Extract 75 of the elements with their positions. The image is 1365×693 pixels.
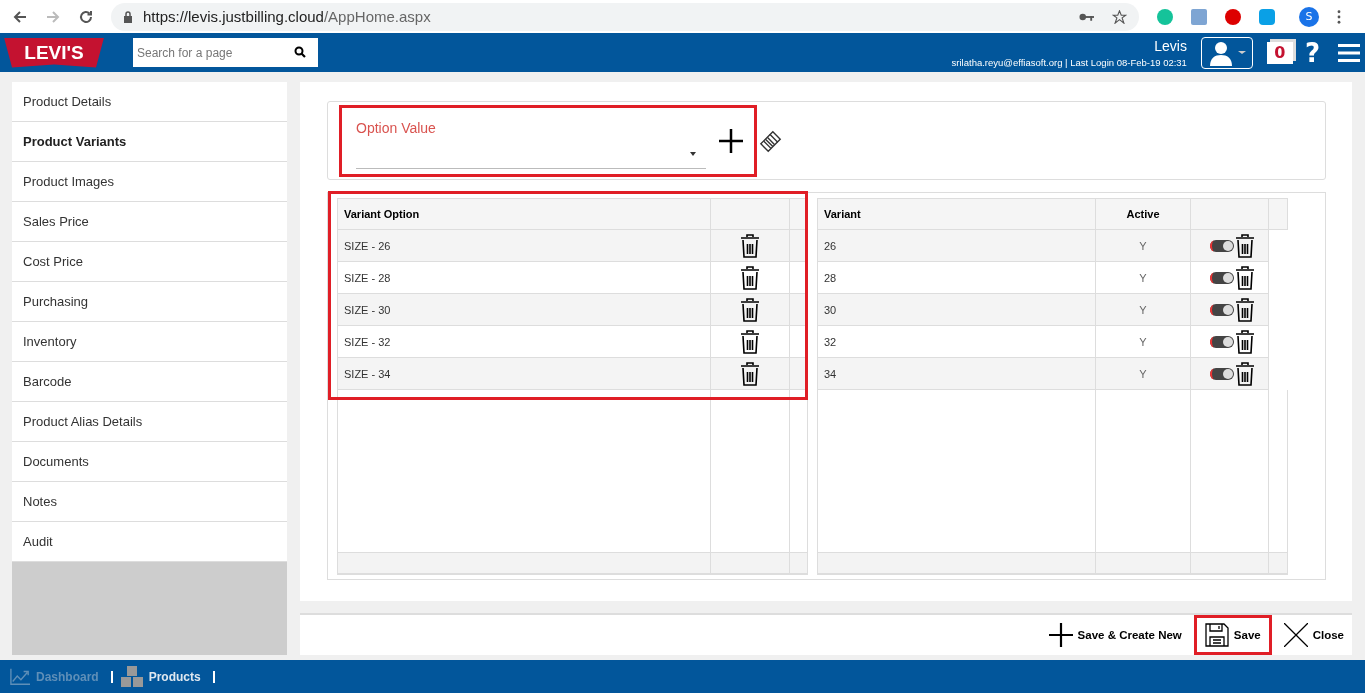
delete-icon[interactable] (740, 329, 760, 354)
sidebar-item[interactable]: Product Images (12, 162, 287, 202)
table-cell: Y (1096, 230, 1191, 262)
column-header: Active (1096, 198, 1191, 230)
table-cell: 26 (817, 230, 1096, 262)
delete-icon[interactable] (1235, 329, 1255, 354)
menu-icon[interactable] (1338, 43, 1360, 62)
user-login-info: srilatha.reyu@effiasoft.org | Last Login 08-Feb-19 02:31 (951, 56, 1187, 68)
extension-icon[interactable] (1191, 8, 1207, 25)
url-text: https://levis.justbilling.cloud/AppHome.aspx (143, 8, 432, 25)
lock-icon (123, 10, 133, 23)
close-button[interactable]: Close (1275, 615, 1352, 655)
delete-icon[interactable] (740, 233, 760, 258)
column-header: Variant Option (337, 198, 711, 230)
notification-badge[interactable]: 0 (1266, 41, 1293, 64)
save-icon (1204, 623, 1229, 647)
table-cell: SIZE - 26 (337, 230, 711, 262)
chart-icon (10, 667, 30, 686)
table-cell: 34 (817, 358, 1096, 390)
save-and-create-new-button[interactable]: Save & Create New (1040, 615, 1190, 655)
brush-icon[interactable] (759, 128, 783, 153)
table-cell: SIZE - 34 (337, 358, 711, 390)
user-menu-button[interactable] (1200, 36, 1253, 69)
plus-icon (1048, 623, 1073, 647)
sidebar-item[interactable]: Product Alias Details (12, 402, 287, 442)
toggle-switch[interactable] (1210, 271, 1234, 284)
star-icon[interactable] (1112, 9, 1127, 24)
boxes-icon (120, 665, 143, 688)
sidebar-item[interactable]: Product Variants (12, 122, 287, 162)
delete-icon[interactable] (740, 361, 760, 386)
extension-icon[interactable] (1259, 8, 1275, 25)
search-field[interactable]: Search for a page (133, 38, 318, 67)
toggle-switch[interactable] (1210, 303, 1234, 316)
taskbar-tab[interactable]: Products (120, 665, 215, 688)
delete-icon[interactable] (1235, 297, 1255, 322)
delete-icon[interactable] (740, 297, 760, 322)
save-button[interactable]: Save (1193, 615, 1272, 655)
search-icon[interactable] (294, 46, 306, 58)
sidebar-item[interactable]: Documents (12, 442, 287, 482)
delete-icon[interactable] (1235, 233, 1255, 258)
taskbar-label: Dashboard (36, 669, 99, 684)
add-icon[interactable] (719, 128, 743, 153)
sidebar-item[interactable]: Sales Price (12, 202, 287, 242)
toggle-switch[interactable] (1210, 239, 1234, 252)
sidebar-item[interactable]: Notes (12, 482, 287, 522)
table-cell: Y (1096, 358, 1191, 390)
option-value-dropdown[interactable]: Option Value (356, 119, 706, 169)
brand-logo[interactable]: LEVI'S (4, 37, 104, 68)
sidebar-item[interactable]: Audit (12, 522, 287, 562)
close-icon (1283, 623, 1308, 647)
toggle-switch[interactable] (1210, 335, 1234, 348)
reload-icon[interactable] (78, 8, 94, 25)
delete-icon[interactable] (1235, 265, 1255, 290)
help-icon[interactable]: ? (1304, 37, 1320, 68)
table-cell: Y (1096, 294, 1191, 326)
caret-icon (690, 151, 696, 156)
table-cell: SIZE - 30 (337, 294, 711, 326)
table-cell: 30 (817, 294, 1096, 326)
back-icon[interactable] (12, 8, 28, 25)
toggle-switch[interactable] (1210, 367, 1234, 380)
delete-icon[interactable] (1235, 361, 1255, 386)
table-cell (1269, 198, 1288, 230)
sidebar-item[interactable]: Barcode (12, 362, 287, 402)
column-header: Variant (817, 198, 1096, 230)
more-icon[interactable] (1337, 9, 1341, 24)
company-name: Levis (1154, 37, 1187, 54)
sidebar-item[interactable]: Inventory (12, 322, 287, 362)
delete-icon[interactable] (740, 265, 760, 290)
address-bar[interactable]: https://levis.justbilling.cloud/AppHome.aspx (111, 2, 1139, 31)
profile-avatar[interactable]: S (1299, 6, 1319, 27)
taskbar-label: Products (148, 669, 201, 684)
sidebar-item[interactable]: Cost Price (12, 242, 287, 282)
sidebar-item[interactable]: Purchasing (12, 282, 287, 322)
extension-icon[interactable] (1225, 8, 1241, 25)
sidebar-item[interactable]: Product Details (12, 82, 287, 122)
